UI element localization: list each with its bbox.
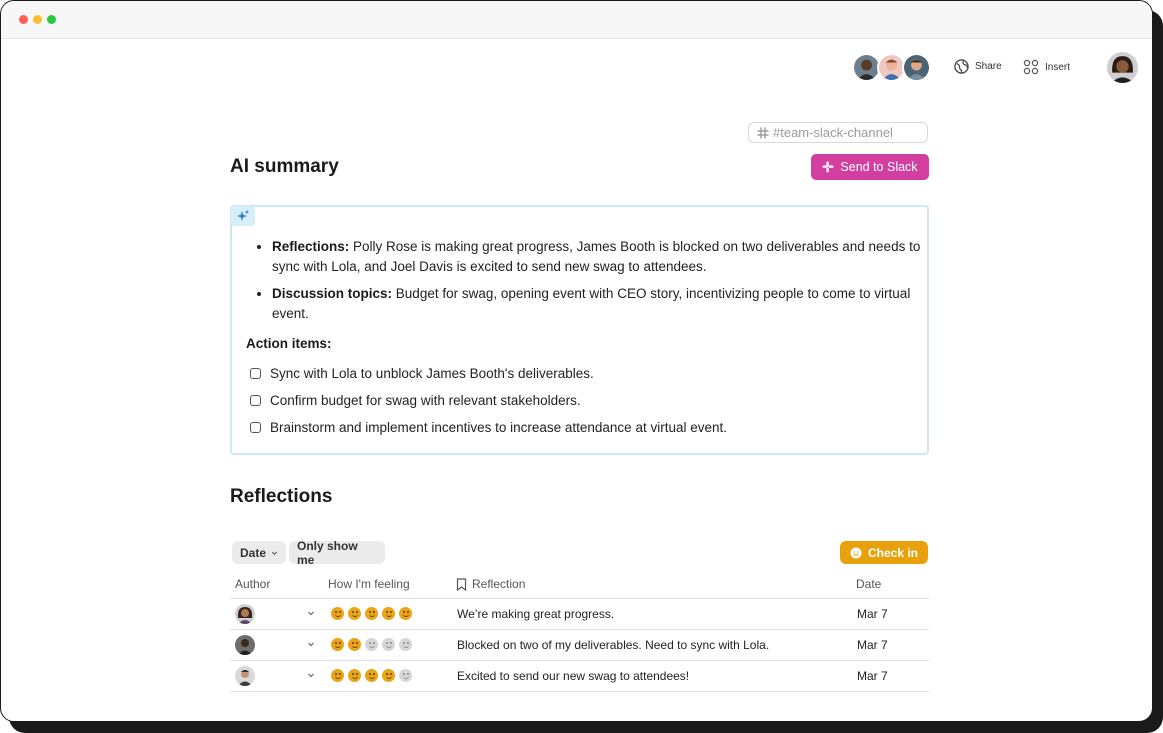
- feeling-face-filled[interactable]: [348, 638, 361, 651]
- reflection-date: Mar 7: [857, 638, 888, 652]
- send-to-slack-button[interactable]: Send to Slack: [811, 154, 929, 180]
- reflections-title: Reflections: [230, 486, 333, 507]
- column-author[interactable]: Author: [235, 577, 270, 591]
- ai-summary-title: AI summary: [230, 156, 339, 177]
- sparkle-icon: [237, 209, 250, 221]
- table-row[interactable]: Excited to send our new swag to attendee…: [230, 661, 929, 691]
- column-feeling-label: How I'm feeling: [328, 577, 410, 591]
- slack-hash-icon: [757, 126, 769, 139]
- table-row[interactable]: Blocked on two of my deliverables. Need …: [230, 630, 929, 660]
- collaborator-avatar[interactable]: [902, 53, 931, 82]
- action-item-checkbox[interactable]: [250, 368, 261, 379]
- row-divider: [230, 691, 929, 692]
- chevron-down-icon[interactable]: [306, 670, 316, 680]
- globe-icon: [954, 59, 969, 74]
- user-avatar[interactable]: [1107, 52, 1138, 83]
- slack-channel-input[interactable]: [773, 125, 923, 140]
- feeling-rating[interactable]: [331, 607, 412, 620]
- feeling-face-filled[interactable]: [331, 638, 344, 651]
- check-in-button[interactable]: Check in: [840, 541, 928, 564]
- action-item-text: Sync with Lola to unblock James Booth's …: [270, 366, 594, 381]
- feeling-face-filled[interactable]: [348, 607, 361, 620]
- author-avatar[interactable]: [235, 635, 255, 655]
- app-window: Share Insert AI summary Send to Slack: [0, 0, 1153, 722]
- send-to-slack-label: Send to Slack: [840, 160, 918, 174]
- only-show-me-label: Only show me: [297, 538, 358, 567]
- reflection-text: Excited to send our new swag to attendee…: [457, 669, 690, 683]
- column-reflection-label: Reflection: [472, 577, 526, 591]
- action-item-text: Brainstorm and implement incentives to i…: [270, 420, 727, 435]
- column-date[interactable]: Date: [856, 577, 881, 591]
- column-date-label: Date: [856, 577, 882, 591]
- share-button[interactable]: Share: [954, 59, 1002, 74]
- feeling-face-filled[interactable]: [399, 607, 412, 620]
- insert-button[interactable]: Insert: [1023, 59, 1070, 75]
- feeling-face-empty[interactable]: [382, 638, 395, 651]
- summary-bullet-discussion: Discussion topics: Budget for swag, open…: [272, 284, 922, 324]
- action-items-title: Action items:: [246, 336, 332, 351]
- action-item: Confirm budget for swag with relevant st…: [250, 393, 581, 408]
- action-item-checkbox[interactable]: [250, 395, 261, 406]
- maximize-window-dot[interactable]: [47, 15, 56, 24]
- action-item-checkbox[interactable]: [250, 422, 261, 433]
- summary-bullets: Reflections: Polly Rose is making great …: [254, 237, 922, 331]
- feeling-face-filled[interactable]: [382, 669, 395, 682]
- smiley-icon: [850, 547, 862, 558]
- feeling-face-empty[interactable]: [365, 638, 378, 651]
- summary-bullet-reflections: Reflections: Polly Rose is making great …: [272, 237, 922, 277]
- reflection-date: Mar 7: [857, 607, 888, 621]
- date-filter-label: Date: [240, 545, 267, 560]
- feeling-face-filled[interactable]: [382, 607, 395, 620]
- slack-channel-field[interactable]: [748, 122, 928, 143]
- titlebar: [1, 1, 1152, 39]
- bullet-label: Discussion topics:: [272, 286, 393, 301]
- bookmark-icon: [456, 577, 467, 591]
- date-filter-button[interactable]: Date: [232, 541, 286, 564]
- bullet-label: Reflections:: [272, 239, 350, 254]
- insert-label: Insert: [1045, 61, 1071, 73]
- share-label: Share: [975, 61, 1002, 72]
- column-reflection[interactable]: Reflection: [456, 577, 525, 591]
- chevron-down-icon: [271, 551, 278, 555]
- action-item: Sync with Lola to unblock James Booth's …: [250, 366, 594, 381]
- reflection-text: Blocked on two of my deliverables. Need …: [457, 638, 770, 652]
- column-author-label: Author: [235, 577, 271, 591]
- feeling-face-empty[interactable]: [399, 669, 412, 682]
- action-item: Brainstorm and implement incentives to i…: [250, 420, 727, 435]
- column-feeling[interactable]: How I'm feeling: [328, 577, 410, 591]
- insert-grid-icon: [1023, 59, 1039, 75]
- only-show-me-button[interactable]: Only show me: [289, 538, 385, 567]
- check-in-label: Check in: [867, 545, 918, 560]
- author-avatar[interactable]: [235, 604, 255, 624]
- feeling-face-filled[interactable]: [331, 669, 344, 682]
- ai-summary-box: Reflections: Polly Rose is making great …: [230, 205, 929, 455]
- ai-badge: [231, 206, 255, 226]
- chevron-down-icon[interactable]: [306, 639, 316, 649]
- close-window-dot[interactable]: [19, 15, 28, 24]
- reflection-date: Mar 7: [857, 669, 888, 683]
- chevron-down-icon[interactable]: [306, 608, 316, 618]
- feeling-face-filled[interactable]: [331, 607, 344, 620]
- action-item-text: Confirm budget for swag with relevant st…: [270, 393, 581, 408]
- author-avatar[interactable]: [235, 666, 255, 686]
- table-row[interactable]: We’re making great progress. Mar 7: [230, 599, 929, 629]
- feeling-rating[interactable]: [331, 638, 412, 651]
- feeling-face-filled[interactable]: [348, 669, 361, 682]
- reflection-text: We’re making great progress.: [457, 607, 615, 621]
- feeling-face-filled[interactable]: [365, 669, 378, 682]
- feeling-face-empty[interactable]: [399, 638, 412, 651]
- feeling-rating[interactable]: [331, 669, 412, 682]
- feeling-face-filled[interactable]: [365, 607, 378, 620]
- slack-icon: [822, 161, 834, 173]
- minimize-window-dot[interactable]: [33, 15, 42, 24]
- bullet-text: Polly Rose is making great progress, Jam…: [272, 239, 921, 274]
